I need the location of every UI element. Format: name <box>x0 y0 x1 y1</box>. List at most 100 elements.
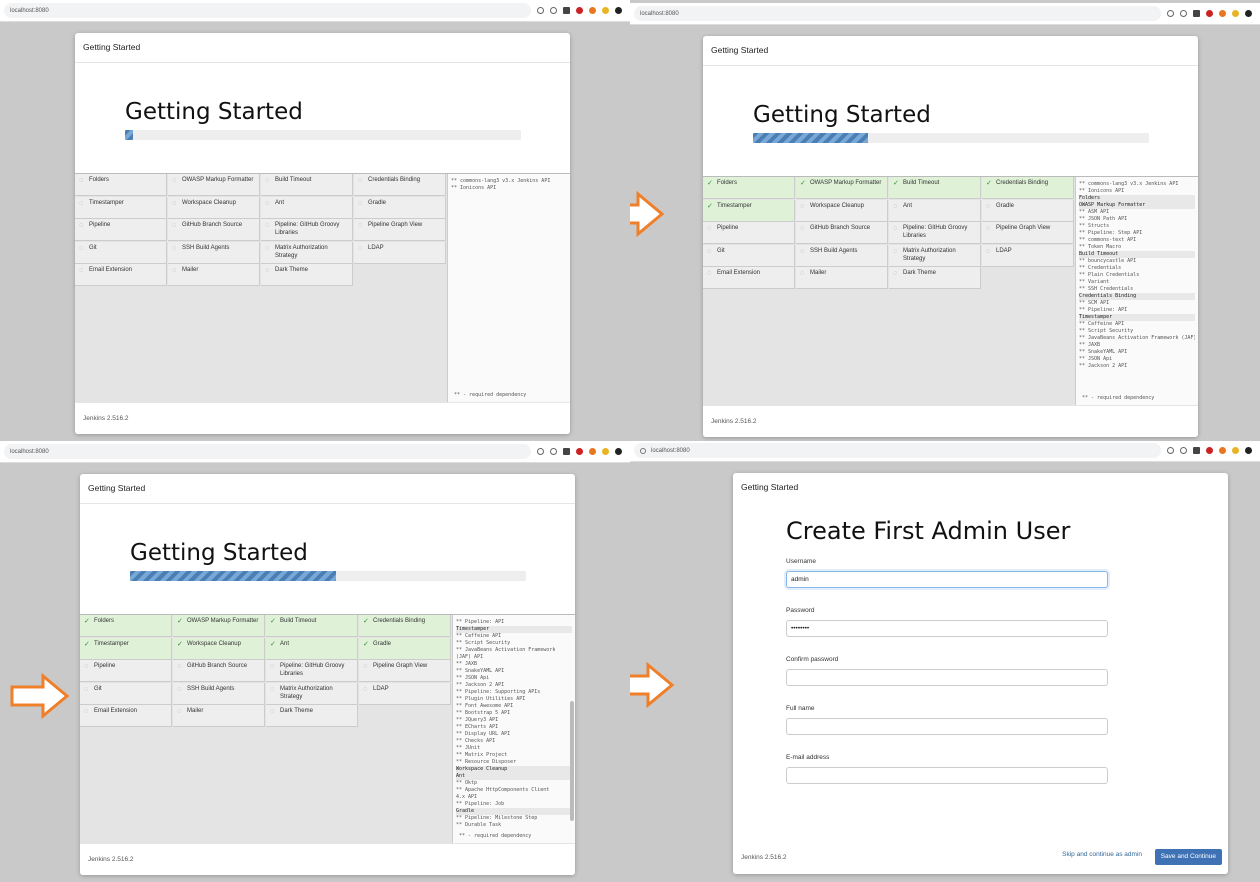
hero: Getting Started <box>75 63 570 174</box>
profile-icon[interactable] <box>615 7 622 14</box>
plugin-label: GitHub Branch Source <box>810 225 871 231</box>
browser-toolbar: localhost:8080 <box>0 0 630 22</box>
log-line: ** ASM API <box>1079 209 1110 215</box>
log-line: ** Credentials <box>1079 265 1122 271</box>
extension-orange-icon[interactable] <box>589 7 596 14</box>
star-icon[interactable] <box>1180 10 1187 17</box>
extension-yellow-icon[interactable] <box>602 448 609 455</box>
log-line: ** JavaBeans Activation Framework (JAF) … <box>1079 335 1195 341</box>
key-icon[interactable] <box>537 448 544 455</box>
plugin-cell: ◌ Git <box>703 244 795 267</box>
plugin-label: Build Timeout <box>280 618 317 624</box>
plugin-cell: ◌ LDAP <box>982 244 1074 267</box>
plugin-label: Workspace Cleanup <box>810 202 864 209</box>
username-input[interactable]: admin <box>786 571 1108 588</box>
plugin-label: Workspace Cleanup <box>182 199 236 206</box>
pending-icon: ◌ <box>707 225 712 232</box>
pen-icon[interactable] <box>563 448 570 455</box>
extension-red-icon[interactable] <box>576 448 583 455</box>
profile-icon[interactable] <box>615 448 622 455</box>
log-line: ** Checks API <box>456 738 496 744</box>
plugin-cell: ◌ Pipeline Graph View <box>359 660 451 682</box>
pending-icon: ◌ <box>84 663 89 670</box>
plugin-label: LDAP <box>996 247 1012 254</box>
dependency-legend: ** - required dependency <box>459 833 532 839</box>
pending-icon: ◌ <box>986 225 991 232</box>
log-line: ** JavaBeans Activation Framework <box>456 647 556 653</box>
extension-red-icon[interactable] <box>576 7 583 14</box>
plugin-cell: ◌ Timestamper <box>75 196 167 219</box>
plugin-label: Ant <box>903 202 913 209</box>
extension-orange-icon[interactable] <box>589 448 596 455</box>
key-icon[interactable] <box>537 7 544 14</box>
pending-icon: ◌ <box>177 708 182 715</box>
install-log[interactable]: ** Pipeline: API Timestamper ** Caffeine A… <box>452 615 575 843</box>
install-progress-bar <box>125 130 521 140</box>
plugin-label: Matrix Authorization Strategy <box>275 244 328 259</box>
pen-icon[interactable] <box>1193 447 1200 454</box>
check-icon: ✓ <box>270 618 276 625</box>
log-line: ** Pipeline: API <box>1079 307 1128 313</box>
check-icon: ✓ <box>177 618 183 625</box>
setup-panel: Getting Started Getting Started ◌ Folders… <box>75 33 570 434</box>
plugin-label: Matrix Authorization Strategy <box>903 247 956 262</box>
log-line: ** JSON Api <box>1079 356 1113 362</box>
extension-red-icon[interactable] <box>1206 10 1213 17</box>
log-line: ** Variant <box>1079 279 1110 285</box>
log-scrollbar[interactable] <box>570 701 574 821</box>
email-input[interactable] <box>786 767 1108 784</box>
log-line: ** Script Security <box>456 640 511 646</box>
extension-yellow-icon[interactable] <box>1232 10 1239 17</box>
plugin-cell: ◌ Workspace Cleanup <box>796 199 888 222</box>
address-bar[interactable]: localhost:8080 <box>634 6 1161 21</box>
pen-icon[interactable] <box>563 7 570 14</box>
plugin-cell: ◌ Matrix Authorization Strategy <box>266 682 358 705</box>
extension-orange-icon[interactable] <box>1219 10 1226 17</box>
plugin-cell: ◌ LDAP <box>354 241 446 264</box>
pending-icon: ◌ <box>893 202 898 210</box>
pen-icon[interactable] <box>1193 10 1200 17</box>
plugin-label: Pipeline Graph View <box>996 225 1051 231</box>
panel-header: Getting Started <box>703 36 1198 66</box>
site-info-icon[interactable] <box>640 447 646 454</box>
extension-red-icon[interactable] <box>1206 447 1213 454</box>
confirm-password-input[interactable] <box>786 669 1108 686</box>
save-and-continue-button[interactable]: Save and Continue <box>1154 849 1222 865</box>
log-line: ** JSON Api <box>456 675 490 681</box>
address-bar[interactable]: localhost:8080 <box>4 444 531 459</box>
pending-icon: ◌ <box>172 199 177 207</box>
plugin-label: Ant <box>275 199 285 206</box>
plugin-label: Matrix Authorization Strategy <box>280 685 333 700</box>
password-input[interactable]: •••••••• <box>786 620 1108 637</box>
plugin-label: Gradle <box>368 199 387 206</box>
log-line: ** JAXB <box>456 661 478 667</box>
address-bar[interactable]: localhost:8080 <box>4 3 531 18</box>
extension-orange-icon[interactable] <box>1219 447 1226 454</box>
extension-yellow-icon[interactable] <box>602 7 609 14</box>
key-icon[interactable] <box>1167 447 1174 454</box>
plugin-cell: ✓ Credentials Binding <box>359 615 451 637</box>
key-icon[interactable] <box>1167 10 1174 17</box>
pending-icon: ◌ <box>358 199 363 207</box>
plugin-cell: ◌ Matrix Authorization Strategy <box>261 241 353 264</box>
install-progress-bar <box>130 571 526 581</box>
plugin-label: Mailer <box>187 708 204 714</box>
star-icon[interactable] <box>1180 447 1187 454</box>
plugin-label: Pipeline: GitHub Groovy Libraries <box>280 663 345 677</box>
skip-and-continue-link[interactable]: Skip and continue as admin <box>1062 851 1142 858</box>
plugin-label: Timestamper <box>89 199 124 206</box>
profile-icon[interactable] <box>1245 447 1252 454</box>
panel-header: Getting Started <box>75 33 570 63</box>
address-bar[interactable]: localhost:8080 <box>634 443 1161 458</box>
full-name-input[interactable] <box>786 718 1108 735</box>
username-label: Username <box>786 558 816 565</box>
plugin-cell: ◌ Git <box>80 682 172 705</box>
extension-yellow-icon[interactable] <box>1232 447 1239 454</box>
plugin-cell: ✓ Timestamper <box>703 199 795 222</box>
screen-2: localhost:8080 Getting Started Getting S… <box>630 0 1260 441</box>
plugin-label: SSH Build Agents <box>810 247 858 254</box>
plugin-label: Timestamper <box>94 640 129 647</box>
profile-icon[interactable] <box>1245 10 1252 17</box>
star-icon[interactable] <box>550 7 557 14</box>
star-icon[interactable] <box>550 448 557 455</box>
